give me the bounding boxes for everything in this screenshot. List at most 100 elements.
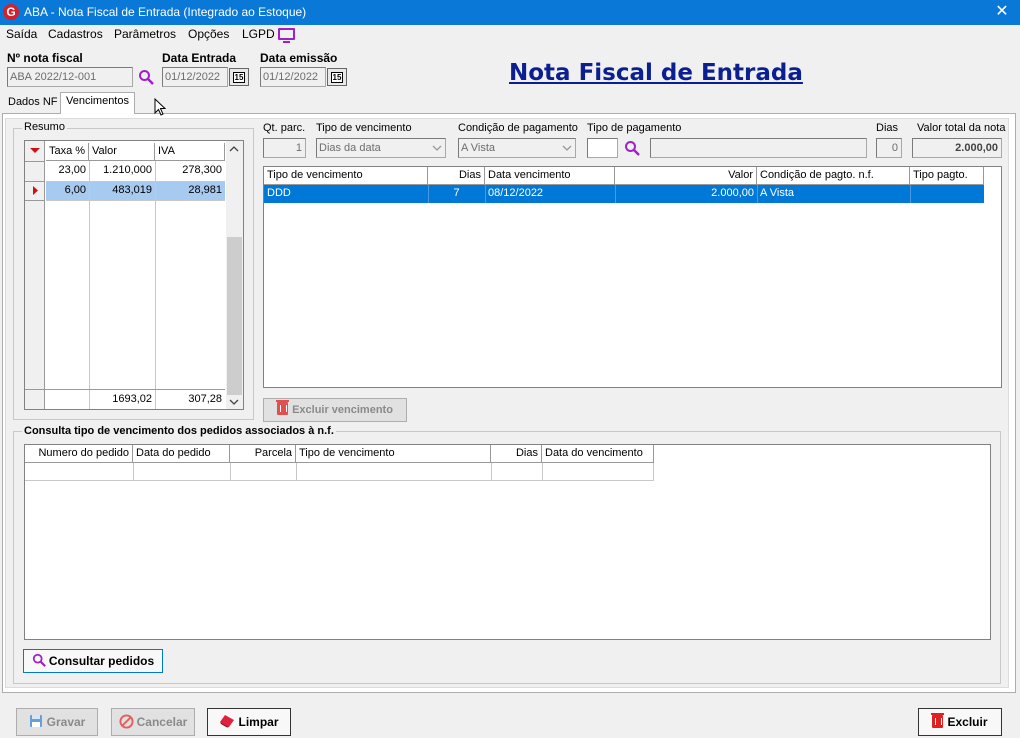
total-valor: 1693,02	[112, 393, 152, 405]
consultar-pedidos-button[interactable]: Consultar pedidos	[23, 649, 163, 673]
valor-total-field[interactable]: 2.000,00	[912, 138, 1002, 158]
scroll-up-icon[interactable]	[229, 146, 239, 152]
excluir-vencimento-label: Excluir vencimento	[292, 404, 393, 416]
tab-dados-nf[interactable]: Dados NF	[3, 94, 63, 113]
calendar-icon[interactable]: 15	[327, 68, 347, 86]
col-divider	[910, 185, 911, 203]
excluir-label: Excluir	[947, 715, 988, 729]
sort-arrow-icon[interactable]	[29, 147, 41, 154]
col-data-do-vencimento[interactable]: Data do vencimento	[542, 445, 654, 463]
resumo-cell-taxa[interactable]: 23,00	[46, 162, 89, 180]
search-icon[interactable]	[624, 140, 640, 156]
venc-cell-tipo[interactable]: DDD	[264, 185, 428, 203]
col-divider	[133, 463, 134, 481]
save-icon	[29, 715, 42, 727]
col-dias[interactable]: Dias	[428, 167, 485, 185]
menu-saida[interactable]: Saída	[6, 27, 37, 41]
col-tipo-pagto[interactable]: Tipo pagto.	[910, 167, 984, 185]
tab-vencimentos[interactable]: Vencimentos	[60, 92, 135, 114]
qt-parc-field[interactable]: 1	[263, 138, 306, 158]
consulta-empty-row[interactable]	[25, 463, 654, 481]
col-condicao-pagto[interactable]: Condição de pagto. n.f.	[757, 167, 910, 185]
chevron-down-icon[interactable]	[432, 145, 442, 151]
mouse-cursor-icon	[154, 98, 166, 116]
col-divider	[155, 161, 156, 409]
venc-cell-data[interactable]: 08/12/2022	[485, 185, 615, 203]
excluir-vencimento-button[interactable]: Excluir vencimento	[263, 398, 407, 422]
calendar-day: 15	[330, 72, 344, 83]
venc-cell-tipo-pagto[interactable]	[910, 185, 984, 203]
menu-opcoes[interactable]: Opções	[188, 27, 229, 41]
scroll-down-icon[interactable]	[229, 399, 239, 405]
menu-lgpd[interactable]: LGPD	[242, 27, 275, 41]
calendar-icon[interactable]: 15	[229, 68, 249, 86]
search-icon[interactable]	[138, 69, 154, 85]
tipo-vencimento-label: Tipo de vencimento	[316, 122, 412, 134]
col-divider	[296, 463, 297, 481]
menu-cadastros[interactable]: Cadastros	[48, 27, 103, 41]
indicator-divider	[25, 161, 45, 162]
nota-fiscal-label: Nº nota fiscal	[7, 51, 83, 65]
close-icon[interactable]: ✕	[990, 1, 1014, 23]
tipo-vencimento-select[interactable]: Dias da data	[316, 138, 446, 158]
monitor-icon[interactable]	[278, 28, 295, 43]
limpar-button[interactable]: Limpar	[207, 708, 291, 736]
nota-fiscal-field[interactable]: ABA 2022/12-001	[7, 67, 133, 87]
tipo-pagamento-code-field[interactable]	[587, 138, 618, 158]
gravar-label: Gravar	[46, 715, 86, 729]
condicao-pagamento-label: Condição de pagamento	[458, 122, 578, 134]
consultar-pedidos-label: Consultar pedidos	[48, 654, 155, 668]
app-logo-icon: G	[3, 4, 19, 20]
scrollbar-thumb[interactable]	[227, 237, 242, 395]
col-valor[interactable]: Valor	[89, 143, 155, 161]
cancelar-button[interactable]: Cancelar	[111, 708, 195, 736]
cancel-icon	[119, 714, 134, 729]
col-divider	[428, 185, 429, 203]
col-valor[interactable]: Valor	[615, 167, 757, 185]
data-emissao-label: Data emissão	[260, 51, 338, 65]
condicao-pagamento-select[interactable]: A Vista	[458, 138, 576, 158]
col-divider	[653, 463, 654, 481]
current-row-arrow-icon	[33, 186, 38, 195]
gravar-button[interactable]: Gravar	[16, 708, 98, 736]
data-emissao-field[interactable]: 01/12/2022	[260, 67, 326, 87]
resumo-cell-iva[interactable]: 28,981	[155, 182, 225, 200]
resumo-cell-taxa[interactable]: 6,00	[46, 182, 89, 200]
col-data-vencimento[interactable]: Data vencimento	[485, 167, 615, 185]
venc-cell-valor[interactable]: 2.000,00	[615, 185, 757, 203]
page-title: Nota Fiscal de Entrada	[509, 60, 803, 86]
resumo-cell-valor[interactable]: 1.210,000	[89, 162, 155, 180]
col-divider	[89, 161, 90, 409]
window-title: ABA - Nota Fiscal de Entrada (Integrado …	[24, 5, 307, 19]
data-entrada-field[interactable]: 01/12/2022	[162, 67, 228, 87]
col-data-pedido[interactable]: Data do pedido	[133, 445, 230, 463]
col-tipo-vencimento[interactable]: Tipo de vencimento	[296, 445, 491, 463]
limpar-label: Limpar	[238, 715, 279, 729]
dias-label: Dias	[876, 122, 899, 134]
search-icon	[32, 653, 46, 667]
qt-parc-label: Qt. parc.	[263, 122, 306, 134]
chevron-down-icon[interactable]	[562, 145, 572, 151]
col-tipo-vencimento[interactable]: Tipo de vencimento	[264, 167, 428, 185]
excluir-button[interactable]: Excluir	[918, 708, 1002, 736]
col-dias[interactable]: Dias	[491, 445, 542, 463]
col-divider	[542, 463, 543, 481]
menu-parametros[interactable]: Parâmetros	[114, 27, 176, 41]
resumo-cell-valor[interactable]: 483,019	[89, 182, 155, 200]
dias-field[interactable]: 0	[876, 138, 902, 158]
venc-cell-dias[interactable]: 7	[428, 185, 485, 203]
col-iva[interactable]: IVA	[155, 143, 225, 161]
resumo-title: Resumo	[22, 121, 67, 133]
col-parcela[interactable]: Parcela	[230, 445, 296, 463]
tipo-pagamento-desc-field[interactable]	[650, 138, 867, 158]
venc-cell-condicao[interactable]: A Vista	[757, 185, 910, 203]
row-divider	[46, 200, 225, 201]
indicator-divider	[25, 200, 45, 201]
col-numero-pedido[interactable]: Numero do pedido	[25, 445, 133, 463]
data-entrada-label: Data Entrada	[162, 51, 237, 65]
resumo-cell-iva[interactable]: 278,300	[155, 162, 225, 180]
trash-icon	[276, 400, 290, 415]
tipo-pagamento-label: Tipo de pagamento	[587, 122, 682, 134]
valor-total-label: Valor total da nota	[917, 122, 1006, 134]
col-taxa[interactable]: Taxa %	[46, 143, 89, 161]
